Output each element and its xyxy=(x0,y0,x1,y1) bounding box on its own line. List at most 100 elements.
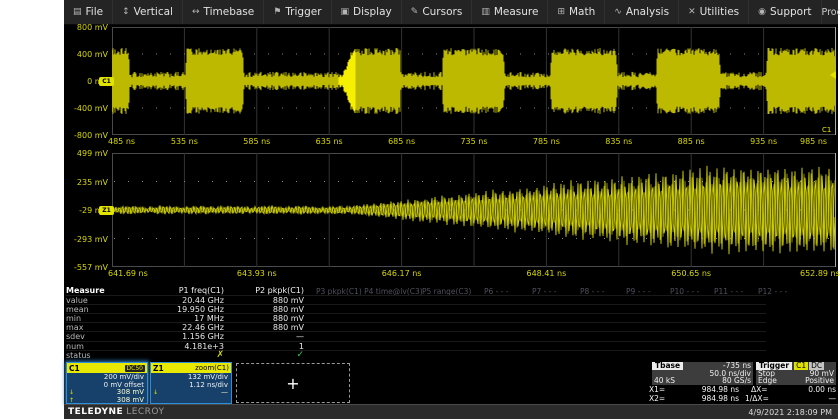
menu-item-analysis[interactable]: ∿Analysis xyxy=(605,0,679,24)
z1-volts-per-div: 132 mV/div xyxy=(151,373,231,381)
menu-item-label: File xyxy=(86,6,104,18)
c1-label: C1 xyxy=(69,364,80,373)
utilities-icon: ✕ xyxy=(688,7,696,17)
zoom-trace-display xyxy=(112,153,836,267)
p1-status-fail-icon: ✗ xyxy=(134,350,224,360)
display-icon: ▣ xyxy=(341,7,350,17)
status-bar: TELEDYNE LECROY 4/9/2021 2:18:09 PM xyxy=(64,404,838,419)
add-trace-button[interactable]: + xyxy=(236,363,350,403)
measure-p1-header[interactable]: P1 freq(C1) xyxy=(134,286,224,295)
menu-item-label: Display xyxy=(353,6,392,18)
p2-status-pass-icon: ✓ xyxy=(214,350,304,360)
menu-item-label: Vertical xyxy=(134,6,173,18)
c1-level-marker[interactable]: C1 xyxy=(99,77,114,86)
menu-item-math[interactable]: ⊞Math xyxy=(548,0,605,24)
x-axis-label: 985 ns xyxy=(800,137,827,146)
trace-corner-label: C1 xyxy=(822,126,831,134)
menu-item-timebase[interactable]: ↔ Timebase xyxy=(183,0,264,24)
menu-item-display[interactable]: ▣Display xyxy=(332,0,402,24)
channel-c1-descriptor[interactable]: C1 DC50 200 mV/div 0 mV offset ↓308 mV ↑… xyxy=(66,362,148,404)
x-axis-label: 685 ns xyxy=(388,137,415,146)
x2-value: 984.98 ns xyxy=(702,394,739,403)
inv-dx-label: 1/ΔX= xyxy=(745,394,769,403)
menu-item-label: Support xyxy=(770,6,812,18)
x-axis-label: 635 ns xyxy=(316,137,343,146)
menu-item-utilities[interactable]: ✕Utilities xyxy=(679,0,749,24)
measure-p2-header[interactable]: P2 pkpk(C1) xyxy=(214,286,304,295)
trigger-type-row: Edge Positive xyxy=(756,377,836,384)
c1-descriptor-header: C1 DC50 xyxy=(67,363,147,373)
timebase-icon: ↔ xyxy=(192,7,200,17)
dx-value: 0.00 ns xyxy=(808,385,836,394)
x-axis-label: 648.41 ns xyxy=(527,269,567,278)
menu-item-file[interactable]: ▤ File xyxy=(64,0,113,24)
sample-count: 40 kS xyxy=(654,377,675,384)
timebase-title: Tbase xyxy=(652,362,683,370)
c1-cursor-value-2: ↑308 mV xyxy=(67,397,147,405)
processing-label: Processing: xyxy=(822,7,840,18)
y-axis-label: -800 mV xyxy=(64,131,108,140)
menu-item-cursors[interactable]: ✎Cursors xyxy=(402,0,473,24)
menu-item-support[interactable]: ◉ Support xyxy=(749,0,821,24)
sample-rate: 80 GS/s xyxy=(722,377,751,384)
dx-label: ΔX= xyxy=(751,385,768,394)
x2-label: X2= xyxy=(649,394,665,403)
analysis-icon: ∿ xyxy=(614,7,622,17)
z1-level-marker[interactable]: Z1 xyxy=(99,206,114,215)
menu-bar: ▤File↕Vertical↔Timebase⚑Trigger▣Display✎… xyxy=(64,0,838,25)
measure-icon: ▥ xyxy=(481,7,490,17)
menu-item-label: Timebase xyxy=(204,6,255,18)
menu-item-label: Measure xyxy=(494,6,539,18)
vertical-icon: ↕ xyxy=(122,7,130,17)
x-axis-label: 535 ns xyxy=(171,137,198,146)
cursor-down-icon: ↓ xyxy=(153,389,158,397)
measure-table-title: Measure xyxy=(66,286,105,295)
menu-item-label: Trigger xyxy=(285,6,321,18)
c1-volts-per-div: 200 mV/div xyxy=(67,373,147,381)
page-background: ▤File↕Vertical↔Timebase⚑Trigger▣Display✎… xyxy=(0,0,840,420)
x-axis-label: 641.69 ns xyxy=(108,269,148,278)
y-axis-label: 499 mV xyxy=(64,149,108,158)
trigger-level-marker[interactable] xyxy=(830,71,836,79)
trigger-icon: ⚑ xyxy=(273,7,281,17)
trigger-panel[interactable]: Trigger C1 DC Stop 90 mV Edge Positive xyxy=(756,362,836,385)
zoom-z1-descriptor[interactable]: Z1 zoom(C1) 132 mV/div 1.12 ns/div ↓— xyxy=(150,362,232,404)
y-axis-label: 400 mV xyxy=(64,50,108,59)
x1-label: X1= xyxy=(649,385,665,394)
x-axis-label: 652.89 ns xyxy=(800,269,840,278)
plus-icon: + xyxy=(286,374,299,393)
z1-source: zoom(C1) xyxy=(195,364,229,372)
menu-items: ▤File↕Vertical↔Timebase⚑Trigger▣Display✎… xyxy=(64,0,822,24)
z1-cursor-value: ↓— xyxy=(151,389,231,397)
y-axis-label: -293 mV xyxy=(64,235,108,244)
c1-coupling-badge: DC50 xyxy=(125,365,145,372)
menu-item-measure[interactable]: ▥ Measure xyxy=(472,0,548,24)
x-axis-label: 785 ns xyxy=(533,137,560,146)
y-axis-label: 800 mV xyxy=(64,23,108,32)
x-axis-label: 646.17 ns xyxy=(382,269,422,278)
x-axis-label: 485 ns xyxy=(108,137,135,146)
oscilloscope-window: ▤File↕Vertical↔Timebase⚑Trigger▣Display✎… xyxy=(64,0,838,418)
x-axis-label: 835 ns xyxy=(605,137,632,146)
z1-label: Z1 xyxy=(153,364,164,373)
x1-value: 984.98 ns xyxy=(702,385,739,394)
y-axis-label: -400 mV xyxy=(64,104,108,113)
trigger-slope: Positive xyxy=(805,377,834,384)
support-icon: ◉ xyxy=(758,7,766,17)
x-axis-label: 643.93 ns xyxy=(237,269,277,278)
math-icon: ⊞ xyxy=(557,7,565,17)
cursor-readout-x2: X2= 984.98 ns 1/ΔX= — xyxy=(649,394,836,403)
main-trace-display xyxy=(112,27,836,135)
file-icon: ▤ xyxy=(73,7,82,17)
timebase-panel[interactable]: Tbase -735 ns 50.0 ns/div 40 kS 80 GS/s xyxy=(652,362,753,385)
menu-item-trigger[interactable]: ⚑ Trigger xyxy=(264,0,331,24)
x-axis-label: 935 ns xyxy=(750,137,777,146)
brand-logo-secondary: LECROY xyxy=(126,407,164,417)
menu-item-vertical[interactable]: ↕ Vertical xyxy=(113,0,183,24)
x-axis-label: 735 ns xyxy=(460,137,487,146)
cursor-readout-x1: X1= 984.98 ns ΔX= 0.00 ns xyxy=(649,385,836,394)
cursors-icon: ✎ xyxy=(411,7,419,17)
menu-item-label: Cursors xyxy=(422,6,462,18)
timebase-sampling-row: 40 kS 80 GS/s xyxy=(652,377,753,384)
trigger-type: Edge xyxy=(758,377,777,384)
